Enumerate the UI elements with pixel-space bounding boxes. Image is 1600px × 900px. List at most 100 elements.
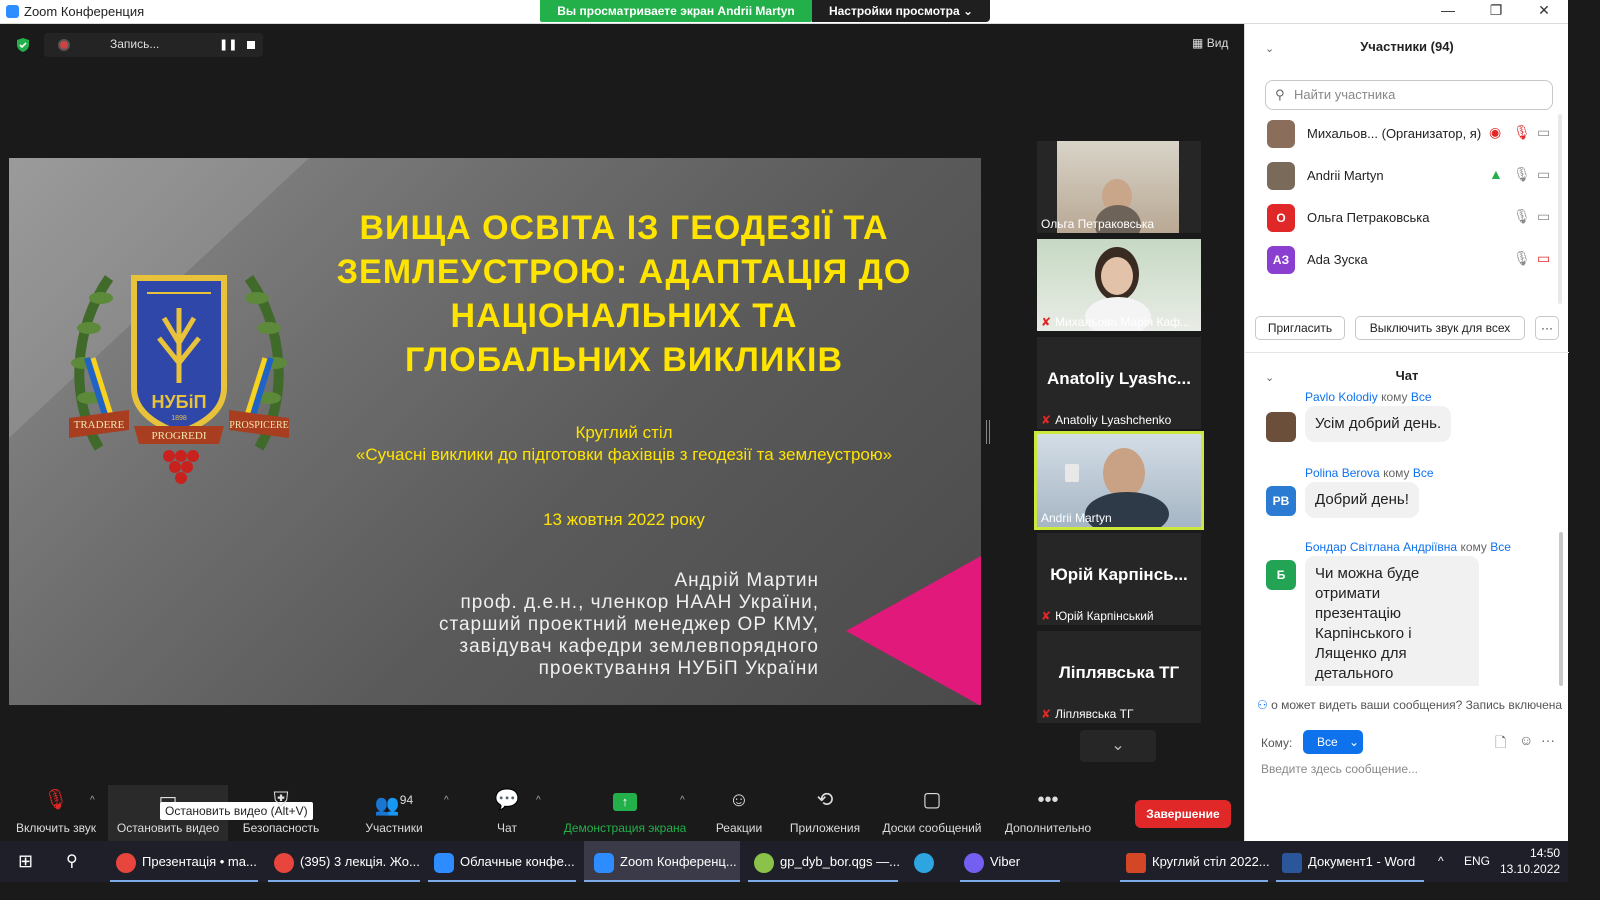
participants-scrollbar[interactable] (1558, 114, 1562, 304)
recording-bar: Запись... ❚❚ (44, 33, 263, 57)
system-clock[interactable]: 14:50 13.10.2022 (1500, 845, 1560, 877)
unmute-button[interactable]: 🎙 Включить звук (10, 785, 102, 841)
whiteboards-button[interactable]: ▢ Доски сообщений (876, 785, 988, 841)
search-icon: ⚲ (1275, 87, 1285, 102)
participant-name: ✘ Ліплявська ТГ (1041, 707, 1133, 721)
microphone-icon[interactable]: 🎙 (1513, 166, 1531, 183)
chat-options-caret[interactable]: ^ (536, 795, 541, 806)
taskbar-item[interactable]: Viber (960, 841, 1060, 882)
participants-more-button[interactable]: ··· (1535, 316, 1559, 340)
chat-sender: Бондар Світлана Андріївна кому Все (1305, 540, 1511, 554)
file-icon[interactable]: 🗋 (1495, 732, 1506, 756)
language-indicator[interactable]: ENG (1464, 841, 1490, 882)
video-camera-icon[interactable]: ▭ (1537, 124, 1550, 141)
resize-splitter[interactable] (986, 420, 990, 444)
stop-recording-button[interactable] (247, 41, 255, 49)
reactions-label: Реакции (715, 821, 763, 835)
taskbar-item[interactable]: Документ1 - Word (1276, 841, 1424, 882)
participant-name: ✘ Михальова Марія Каф... (1041, 315, 1190, 329)
chat-visibility-notice[interactable]: ⚇ о может видеть ваши сообщения? Запись … (1257, 698, 1562, 712)
pause-recording-button[interactable]: ❚❚ (219, 38, 237, 51)
chat-more-icon[interactable]: ··· (1541, 732, 1555, 748)
encryption-shield-icon[interactable] (15, 37, 31, 53)
chat-sender-name: Polina Berova (1305, 466, 1380, 480)
crest-banner-right: PROSPICERE (229, 420, 288, 431)
chat-message-input[interactable]: Введите здесь сообщение... (1261, 762, 1418, 776)
taskbar-item[interactable]: Круглий стіл 2022... (1120, 841, 1270, 882)
view-settings-dropdown[interactable]: Настройки просмотра ⌄ (812, 0, 990, 22)
restore-button[interactable]: ❐ (1486, 2, 1506, 19)
people-icon: ⚇ (1257, 698, 1268, 712)
emoji-icon[interactable]: ☺ (1519, 732, 1533, 748)
mic-muted-icon[interactable]: 🎙 (1513, 124, 1531, 141)
participant-search-input[interactable]: ⚲ Найти участника (1265, 80, 1553, 110)
shield-icon: ⛨ (273, 789, 289, 811)
mute-all-button[interactable]: Выключить звук для всех (1355, 316, 1525, 340)
invite-button[interactable]: Пригласить (1255, 316, 1345, 340)
chat-scrollbar[interactable] (1559, 532, 1563, 686)
chat-to-word: кому (1383, 466, 1410, 480)
video-off-icon[interactable]: ▭ (1537, 250, 1550, 267)
search-icon[interactable]: ⚲ (66, 841, 78, 882)
chat-recipient: Все (1410, 392, 1432, 404)
video-tile[interactable]: Anatoliy Lyashc... ✘ Anatoliy Lyashchenko (1037, 337, 1201, 429)
participant-display-name: Юрій Карпінсь... (1050, 565, 1188, 584)
taskbar-item[interactable] (914, 841, 944, 882)
nubip-crest-logo: НУБіП 1898 TRADERE PROGREDI PROSPICERE (69, 275, 289, 484)
participants-button[interactable]: 👥94 Участники (356, 785, 432, 841)
taskbar-item-label: Облачные конфе... (460, 854, 575, 869)
participant-row[interactable]: Andrii Martyn ▲ 🎙 ▭ (1265, 158, 1555, 194)
taskbar-item[interactable]: Zoom Конференц... (584, 841, 740, 882)
video-tile[interactable]: Юрій Карпінсь... ✘ Юрій Карпінський (1037, 533, 1201, 625)
qgis-icon (754, 852, 774, 873)
taskbar-item[interactable]: Презентація • ma... (110, 841, 258, 882)
video-camera-icon[interactable]: ▭ (1537, 166, 1550, 183)
end-meeting-button[interactable]: Завершение (1135, 800, 1231, 828)
taskbar-item-label: gp_dyb_bor.qgs —... (780, 854, 900, 869)
share-screen-icon: ↑ (558, 785, 692, 813)
participant-name: ✘ Юрій Карпінський (1041, 609, 1154, 623)
view-button-label: Вид (1206, 36, 1229, 50)
reactions-button[interactable]: ☺ Реакции (708, 785, 770, 841)
search-placeholder: Найти участника (1294, 87, 1396, 102)
chat-button[interactable]: 💬 Чат (482, 785, 532, 841)
microphone-icon[interactable]: 🎙 (1513, 250, 1531, 267)
gallery-scroll-down-button[interactable]: ⌄ (1080, 730, 1156, 762)
taskbar-item[interactable]: Облачные конфе... (428, 841, 576, 882)
chat-to-word: кому (1381, 392, 1408, 404)
participant-row[interactable]: Михальов... (Организатор, я) ◉ 🎙 ▭ (1265, 116, 1555, 152)
tray-chevron-up-icon[interactable]: ^ (1438, 841, 1444, 882)
viber-icon (964, 852, 984, 873)
participants-options-caret[interactable]: ^ (444, 795, 449, 806)
video-tile[interactable]: Ліплявська ТГ ✘ Ліплявська ТГ (1037, 631, 1201, 723)
participant-row-name: Ada Зуска (1307, 252, 1368, 267)
more-button[interactable]: ••• Дополнительно (998, 785, 1098, 841)
apps-button[interactable]: ⟲ Приложения (784, 785, 866, 841)
close-button[interactable]: ✕ (1534, 2, 1554, 19)
mic-muted-icon: ✘ (1041, 413, 1052, 427)
share-screen-button[interactable]: ↑ Демонстрация экрана (558, 785, 692, 841)
share-options-caret[interactable]: ^ (680, 795, 685, 806)
microphone-icon[interactable]: 🎙 (1513, 208, 1531, 225)
chat-message: Усім добрий день. (1305, 406, 1452, 442)
participant-row[interactable]: О Ольга Петраковська 🎙 ▭ (1265, 200, 1555, 236)
slide-author-block: Андрій Мартин проф. д.е.н., членкор НААН… (389, 570, 819, 680)
slide-pink-triangle (846, 556, 981, 705)
minimize-button[interactable]: — (1438, 2, 1458, 18)
audio-options-caret[interactable]: ^ (90, 795, 95, 806)
taskbar-item[interactable]: (395) 3 лекція. Жо... (268, 841, 420, 882)
video-tile[interactable]: ✘ Михальова Марія Каф... (1037, 239, 1201, 331)
active-speaker-tile[interactable]: Andrii Martyn (1034, 431, 1204, 530)
taskbar-item[interactable]: gp_dyb_bor.qgs —... (748, 841, 900, 882)
slide-author-name: Андрій Мартин (674, 570, 819, 591)
smiley-plus-icon: ☺ (728, 789, 750, 811)
mic-muted-icon: 🎙 (43, 789, 69, 811)
security-button[interactable]: ⛨ Безопасность (236, 785, 326, 841)
chat-recipient-dropdown[interactable]: Все ⌄ (1303, 730, 1363, 754)
share-screen-label: Демонстрация экрана (563, 821, 687, 835)
video-tile[interactable]: Ольга Петраковська (1037, 141, 1201, 233)
windows-start-icon[interactable]: ⊞ (18, 841, 33, 882)
video-camera-icon[interactable]: ▭ (1537, 208, 1550, 225)
view-button[interactable]: ▦ Вид (1192, 36, 1228, 50)
participant-row[interactable]: АЗ Ada Зуска 🎙 ▭ (1265, 242, 1555, 278)
